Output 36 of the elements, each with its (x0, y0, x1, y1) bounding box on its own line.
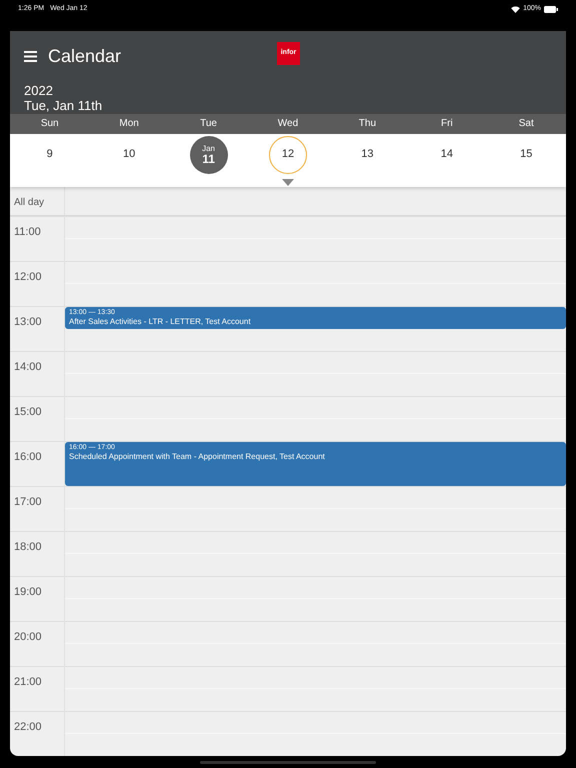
hour-label: 17:00 (14, 496, 42, 508)
hour-label: 11:00 (14, 226, 41, 238)
hour-label: 20:00 (14, 631, 42, 643)
day-button[interactable]: 9 (30, 136, 69, 174)
day-button[interactable]: 10 (110, 136, 148, 174)
weekday-label: Thu (358, 117, 376, 132)
selected-date: Tue, Jan 11th (24, 98, 104, 113)
weekday-label: Sun (40, 117, 59, 132)
day-button[interactable]: 13 (348, 136, 386, 174)
event-title: After Sales Activities - LTR - LETTER, Test Account (69, 317, 252, 327)
weekday-label: Fri (441, 117, 453, 132)
hour-label: 22:00 (14, 721, 42, 733)
hour-label: 15:00 (14, 406, 42, 418)
hour-label: 21:00 (14, 676, 42, 688)
battery-icon (544, 6, 558, 13)
wifi-icon (511, 6, 520, 13)
day-button[interactable]: 12 (268, 136, 307, 174)
event-title: Scheduled Appointment with Team - Appointment Request, Test Account (69, 452, 326, 462)
menu-icon[interactable] (24, 51, 37, 62)
day-button[interactable]: Jan 11 (190, 136, 228, 174)
hour-label: 14:00 (14, 361, 42, 373)
day-button[interactable]: 14 (428, 136, 466, 174)
weekday-label: Mon (119, 117, 139, 132)
page-title: Calendar (48, 45, 122, 68)
weekday-label: Wed (278, 117, 298, 132)
hour-label: 16:00 (14, 451, 42, 463)
day-button[interactable]: 15 (507, 136, 546, 174)
hour-label: 13:00 (14, 316, 42, 328)
hour-label: 12:00 (14, 271, 42, 283)
weekday-label: Tue (200, 117, 217, 132)
year-label: 2022 (24, 83, 54, 98)
all-day-label: All day (14, 196, 44, 208)
weekday-label: Sat (518, 117, 534, 132)
hour-label: 19:00 (14, 586, 42, 598)
hour-label: 18:00 (14, 541, 42, 553)
today-indicator-icon (282, 178, 294, 186)
